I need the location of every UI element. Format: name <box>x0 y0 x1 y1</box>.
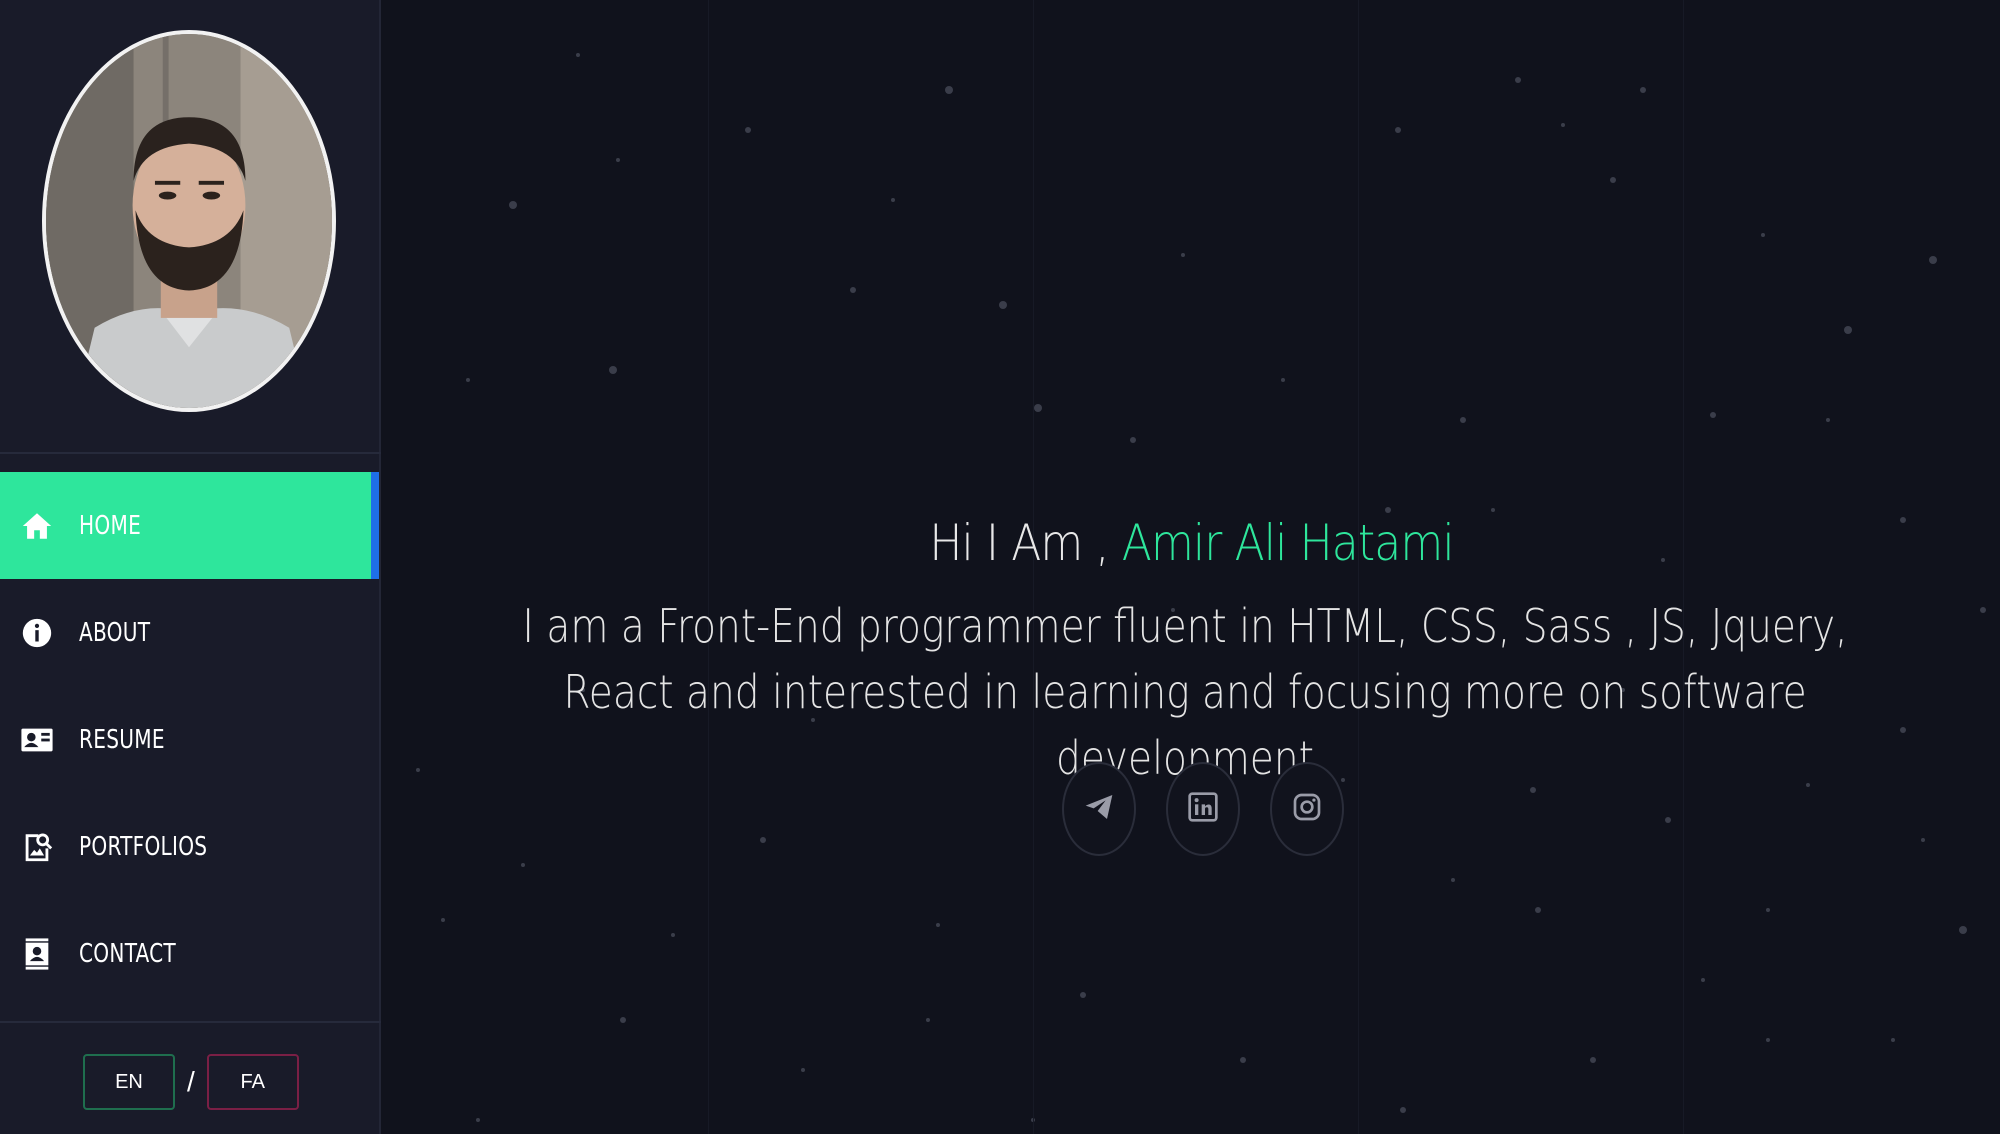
sidebar-item-label: RESUME <box>79 724 165 755</box>
main-content: Hi I Am , Amir Ali Hatami I am a Front-E… <box>383 0 2000 1134</box>
sidebar-item-contact[interactable]: CONTACT <box>0 900 379 1007</box>
greeting-heading: Hi I Am , Amir Ali Hatami <box>480 505 1903 581</box>
sidebar-item-about[interactable]: ABOUT <box>0 579 379 686</box>
image-search-icon <box>20 829 54 865</box>
hero-name: Amir Ali Hatami <box>1121 514 1455 572</box>
sidebar-divider <box>0 1021 381 1023</box>
home-icon <box>20 508 54 544</box>
language-switcher: EN / FA <box>83 1054 299 1110</box>
contact-card-icon <box>20 722 54 758</box>
telegram-icon <box>1083 791 1115 828</box>
sidebar-item-home[interactable]: HOME <box>0 472 379 579</box>
sidebar-nav: HOME ABOUT RESUME PORTFOLIOS CONTACT <box>0 472 379 1007</box>
instagram-icon <box>1291 791 1323 828</box>
sidebar: HOME ABOUT RESUME PORTFOLIOS CONTACT EN … <box>0 0 381 1134</box>
info-icon <box>20 615 54 651</box>
telegram-link[interactable] <box>1062 762 1136 856</box>
lang-en-button[interactable]: EN <box>83 1054 175 1110</box>
sidebar-item-label: HOME <box>79 510 142 541</box>
greeting-prefix: Hi I Am , <box>929 514 1122 572</box>
contact-book-icon <box>20 936 54 972</box>
lang-fa-button[interactable]: FA <box>206 1054 299 1110</box>
avatar <box>42 30 336 412</box>
sidebar-item-label: CONTACT <box>79 938 176 969</box>
portfolio-page: HOME ABOUT RESUME PORTFOLIOS CONTACT EN … <box>0 0 2000 1134</box>
linkedin-icon <box>1187 791 1219 828</box>
social-links <box>1062 762 1344 856</box>
linkedin-link[interactable] <box>1166 762 1240 856</box>
lang-separator: / <box>187 1066 195 1097</box>
sidebar-item-portfolios[interactable]: PORTFOLIOS <box>0 793 379 900</box>
sidebar-item-label: ABOUT <box>79 617 151 648</box>
sidebar-item-label: PORTFOLIOS <box>79 831 208 862</box>
sidebar-item-resume[interactable]: RESUME <box>0 686 379 793</box>
instagram-link[interactable] <box>1270 762 1344 856</box>
sidebar-divider <box>0 452 381 454</box>
hero-section: Hi I Am , Amir Ali Hatami I am a Front-E… <box>383 505 2000 791</box>
